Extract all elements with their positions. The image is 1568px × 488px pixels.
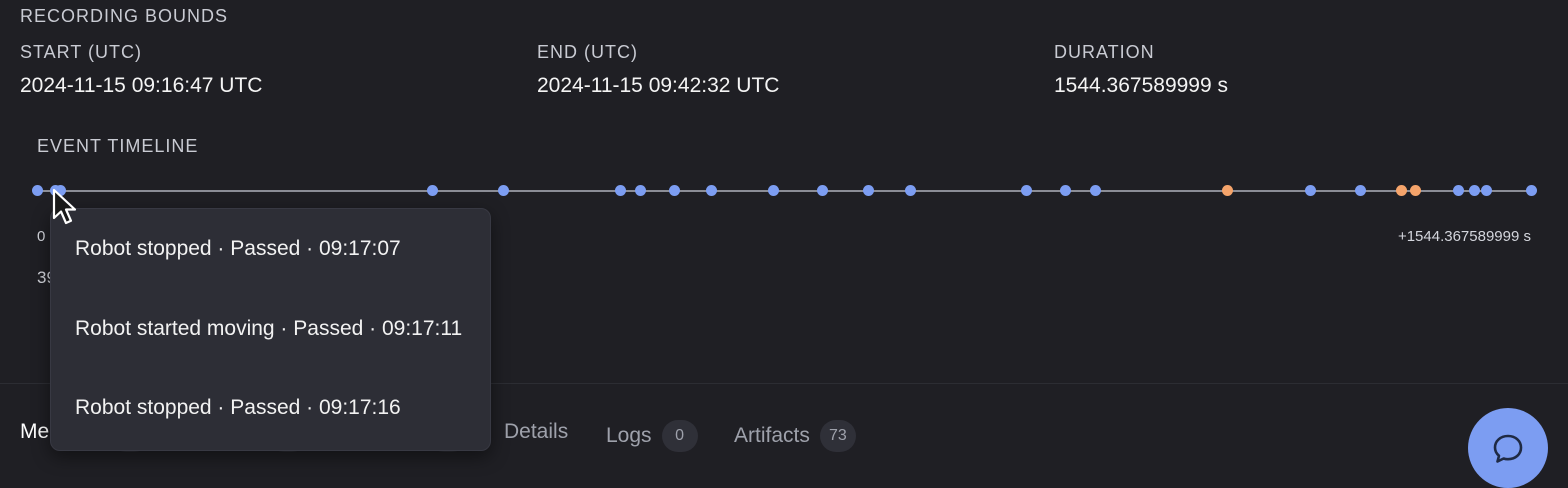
timeline-event-passed[interactable]	[1021, 185, 1033, 196]
tooltip-event-item[interactable]: Robot started moving · Passed · 09:17:11	[75, 317, 462, 341]
tooltip-event-item[interactable]: Robot stopped · Passed · 09:17:07	[75, 237, 401, 261]
start-bound: START (UTC) 2024-11-15 09:16:47 UTC	[20, 42, 262, 97]
timeline-event-passed[interactable]	[1305, 185, 1317, 196]
timeline-event-passed[interactable]	[816, 185, 828, 196]
end-value: 2024-11-15 09:42:32 UTC	[537, 74, 780, 97]
tab-label: Logs	[606, 424, 652, 447]
end-label: END (UTC)	[537, 42, 638, 62]
event-tooltip: Robot stopped · Passed · 09:17:07 Robot …	[50, 208, 491, 451]
timeline-event-warning[interactable]	[1410, 185, 1422, 196]
mouse-cursor-icon	[52, 188, 77, 225]
timeline-event-passed[interactable]	[1453, 185, 1465, 196]
timeline-event-passed[interactable]	[426, 185, 438, 196]
timeline-event-passed[interactable]	[615, 185, 627, 196]
timeline-title: EVENT TIMELINE	[37, 136, 199, 156]
timeline-event-passed[interactable]	[1060, 185, 1072, 196]
timeline-end-label: +1544.367589999 s	[1397, 228, 1531, 245]
timeline-event-passed[interactable]	[1354, 185, 1366, 196]
timeline-event-warning[interactable]	[1222, 185, 1234, 196]
tab-label: Artifacts	[734, 424, 810, 447]
timeline-event-passed[interactable]	[497, 185, 509, 196]
timeline-event-passed[interactable]	[668, 185, 680, 196]
timeline-event-passed[interactable]	[31, 185, 43, 196]
timeline-event-passed[interactable]	[706, 185, 718, 196]
timeline-start-label: 0	[37, 228, 46, 245]
tooltip-event-item[interactable]: Robot stopped · Passed · 09:17:16	[75, 396, 401, 420]
duration-bound: DURATION 1544.367589999 s	[1054, 42, 1228, 97]
timeline-event-passed[interactable]	[1481, 185, 1493, 196]
duration-value: 1544.367589999 s	[1054, 74, 1228, 97]
section-title: RECORDING BOUNDS	[20, 6, 229, 26]
timeline-event-passed[interactable]	[635, 185, 647, 196]
timeline-event-passed[interactable]	[1525, 185, 1537, 196]
tab-label: Me	[20, 420, 50, 443]
chat-button[interactable]	[1468, 408, 1548, 488]
tab-label: Details	[504, 420, 569, 443]
timeline-event-passed[interactable]	[905, 185, 917, 196]
start-value: 2024-11-15 09:16:47 UTC	[20, 74, 263, 97]
end-bound: END (UTC) 2024-11-15 09:42:32 UTC	[537, 42, 779, 97]
timeline-event-passed[interactable]	[1469, 185, 1481, 196]
artifacts-count-badge: 73	[819, 420, 856, 452]
logs-count-badge: 0	[661, 420, 698, 452]
timeline-event-passed[interactable]	[1089, 185, 1101, 196]
tab-logs[interactable]: Logs 0	[606, 420, 698, 452]
tab-artifacts[interactable]: Artifacts 73	[734, 420, 856, 452]
tab-metrics[interactable]: Me	[20, 420, 49, 444]
tab-details[interactable]: Details	[504, 420, 568, 444]
timeline-event-passed[interactable]	[862, 185, 874, 196]
chat-bubble-icon	[1493, 434, 1523, 463]
duration-label: DURATION	[1054, 42, 1155, 62]
timeline-event-passed[interactable]	[768, 185, 780, 196]
timeline-event-warning[interactable]	[1396, 185, 1408, 196]
start-label: START (UTC)	[20, 42, 142, 62]
